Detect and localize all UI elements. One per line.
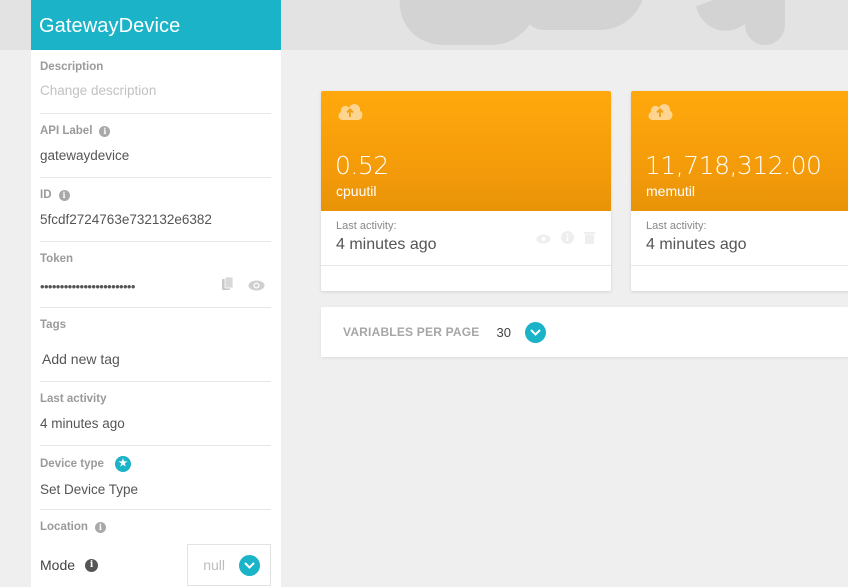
variable-card[interactable]: 0.52 cpuutil Last activity: 4 minutes ag…: [321, 91, 611, 291]
eye-icon[interactable]: [248, 278, 265, 296]
chevron-down-icon[interactable]: [524, 321, 546, 343]
variable-card[interactable]: 11,718,312.00 memutil Last activity: 4 m…: [631, 91, 848, 291]
device-type-field: Device type ★ Set Device Type: [40, 446, 271, 510]
info-icon[interactable]: i: [58, 189, 70, 201]
variable-card-footer: Last activity: 4 minutes ago: [321, 211, 611, 266]
id-field: ID i 5fcdf2724763e732132e6382: [40, 178, 271, 242]
api-label-label: API Label: [40, 125, 93, 137]
variable-name[interactable]: memutil: [646, 183, 695, 199]
info-icon[interactable]: [561, 231, 574, 249]
add-tag-input[interactable]: Add new tag: [42, 351, 271, 367]
info-icon[interactable]: i: [99, 125, 111, 137]
last-activity-label: Last activity:: [646, 220, 707, 232]
id-value: 5fcdf2724763e732132e6382: [40, 212, 212, 227]
info-icon[interactable]: i: [85, 558, 99, 572]
mode-row: Mode i null: [40, 544, 271, 586]
info-icon[interactable]: i: [94, 521, 106, 533]
description-field: Description Change description: [40, 50, 271, 114]
variable-value: 11,718,312.00: [645, 151, 822, 180]
last-activity-field: Last activity 4 minutes ago: [40, 382, 271, 446]
star-icon[interactable]: ★: [114, 456, 131, 472]
trash-icon[interactable]: [584, 231, 595, 249]
last-activity-value: 4 minutes ago: [646, 236, 747, 253]
device-details-sidebar: GatewayDevice Description Change descrip…: [31, 0, 281, 587]
api-label-value[interactable]: gatewaydevice: [40, 148, 271, 163]
tags-field: Tags Add new tag: [40, 308, 271, 382]
description-label: Description: [40, 61, 104, 73]
tags-label: Tags: [40, 319, 66, 331]
cloud-upload-icon: [336, 104, 364, 125]
mode-value: null: [203, 557, 225, 573]
device-type-value[interactable]: Set Device Type: [40, 482, 271, 497]
cloud-upload-icon: [646, 104, 674, 125]
pagination-bar: VARIABLES PER PAGE 30: [321, 307, 848, 357]
variable-card-header[interactable]: 0.52 cpuutil: [321, 91, 611, 211]
token-value: ••••••••••••••••••••••••: [40, 279, 135, 294]
last-activity-value: 4 minutes ago: [40, 416, 125, 431]
token-label: Token: [40, 253, 74, 265]
location-label: Location: [40, 521, 88, 533]
eye-icon[interactable]: [536, 231, 551, 249]
left-margin: [0, 50, 31, 587]
api-label-field: API Label i gatewaydevice: [40, 114, 271, 178]
mode-label: Mode: [40, 557, 76, 573]
variables-per-page-label: VARIABLES PER PAGE: [343, 325, 480, 339]
variable-card-footer: Last activity: 4 minutes ago: [631, 211, 848, 266]
token-field: Token ••••••••••••••••••••••••: [40, 242, 271, 308]
mode-select[interactable]: null: [187, 544, 271, 586]
location-field: Location i: [40, 510, 271, 544]
device-type-label: Device type: [40, 458, 104, 470]
variable-value: 0.52: [335, 151, 389, 180]
chevron-down-icon[interactable]: [239, 554, 260, 576]
device-name-title[interactable]: GatewayDevice: [31, 0, 281, 50]
copy-icon[interactable]: [222, 276, 234, 296]
variable-card-header[interactable]: 11,718,312.00 memutil: [631, 91, 848, 211]
description-input[interactable]: Change description: [40, 83, 271, 98]
variable-name[interactable]: cpuutil: [336, 183, 376, 199]
id-label: ID: [40, 189, 52, 201]
variables-per-page-value[interactable]: 30: [497, 325, 511, 340]
last-activity-label: Last activity: [40, 393, 107, 405]
